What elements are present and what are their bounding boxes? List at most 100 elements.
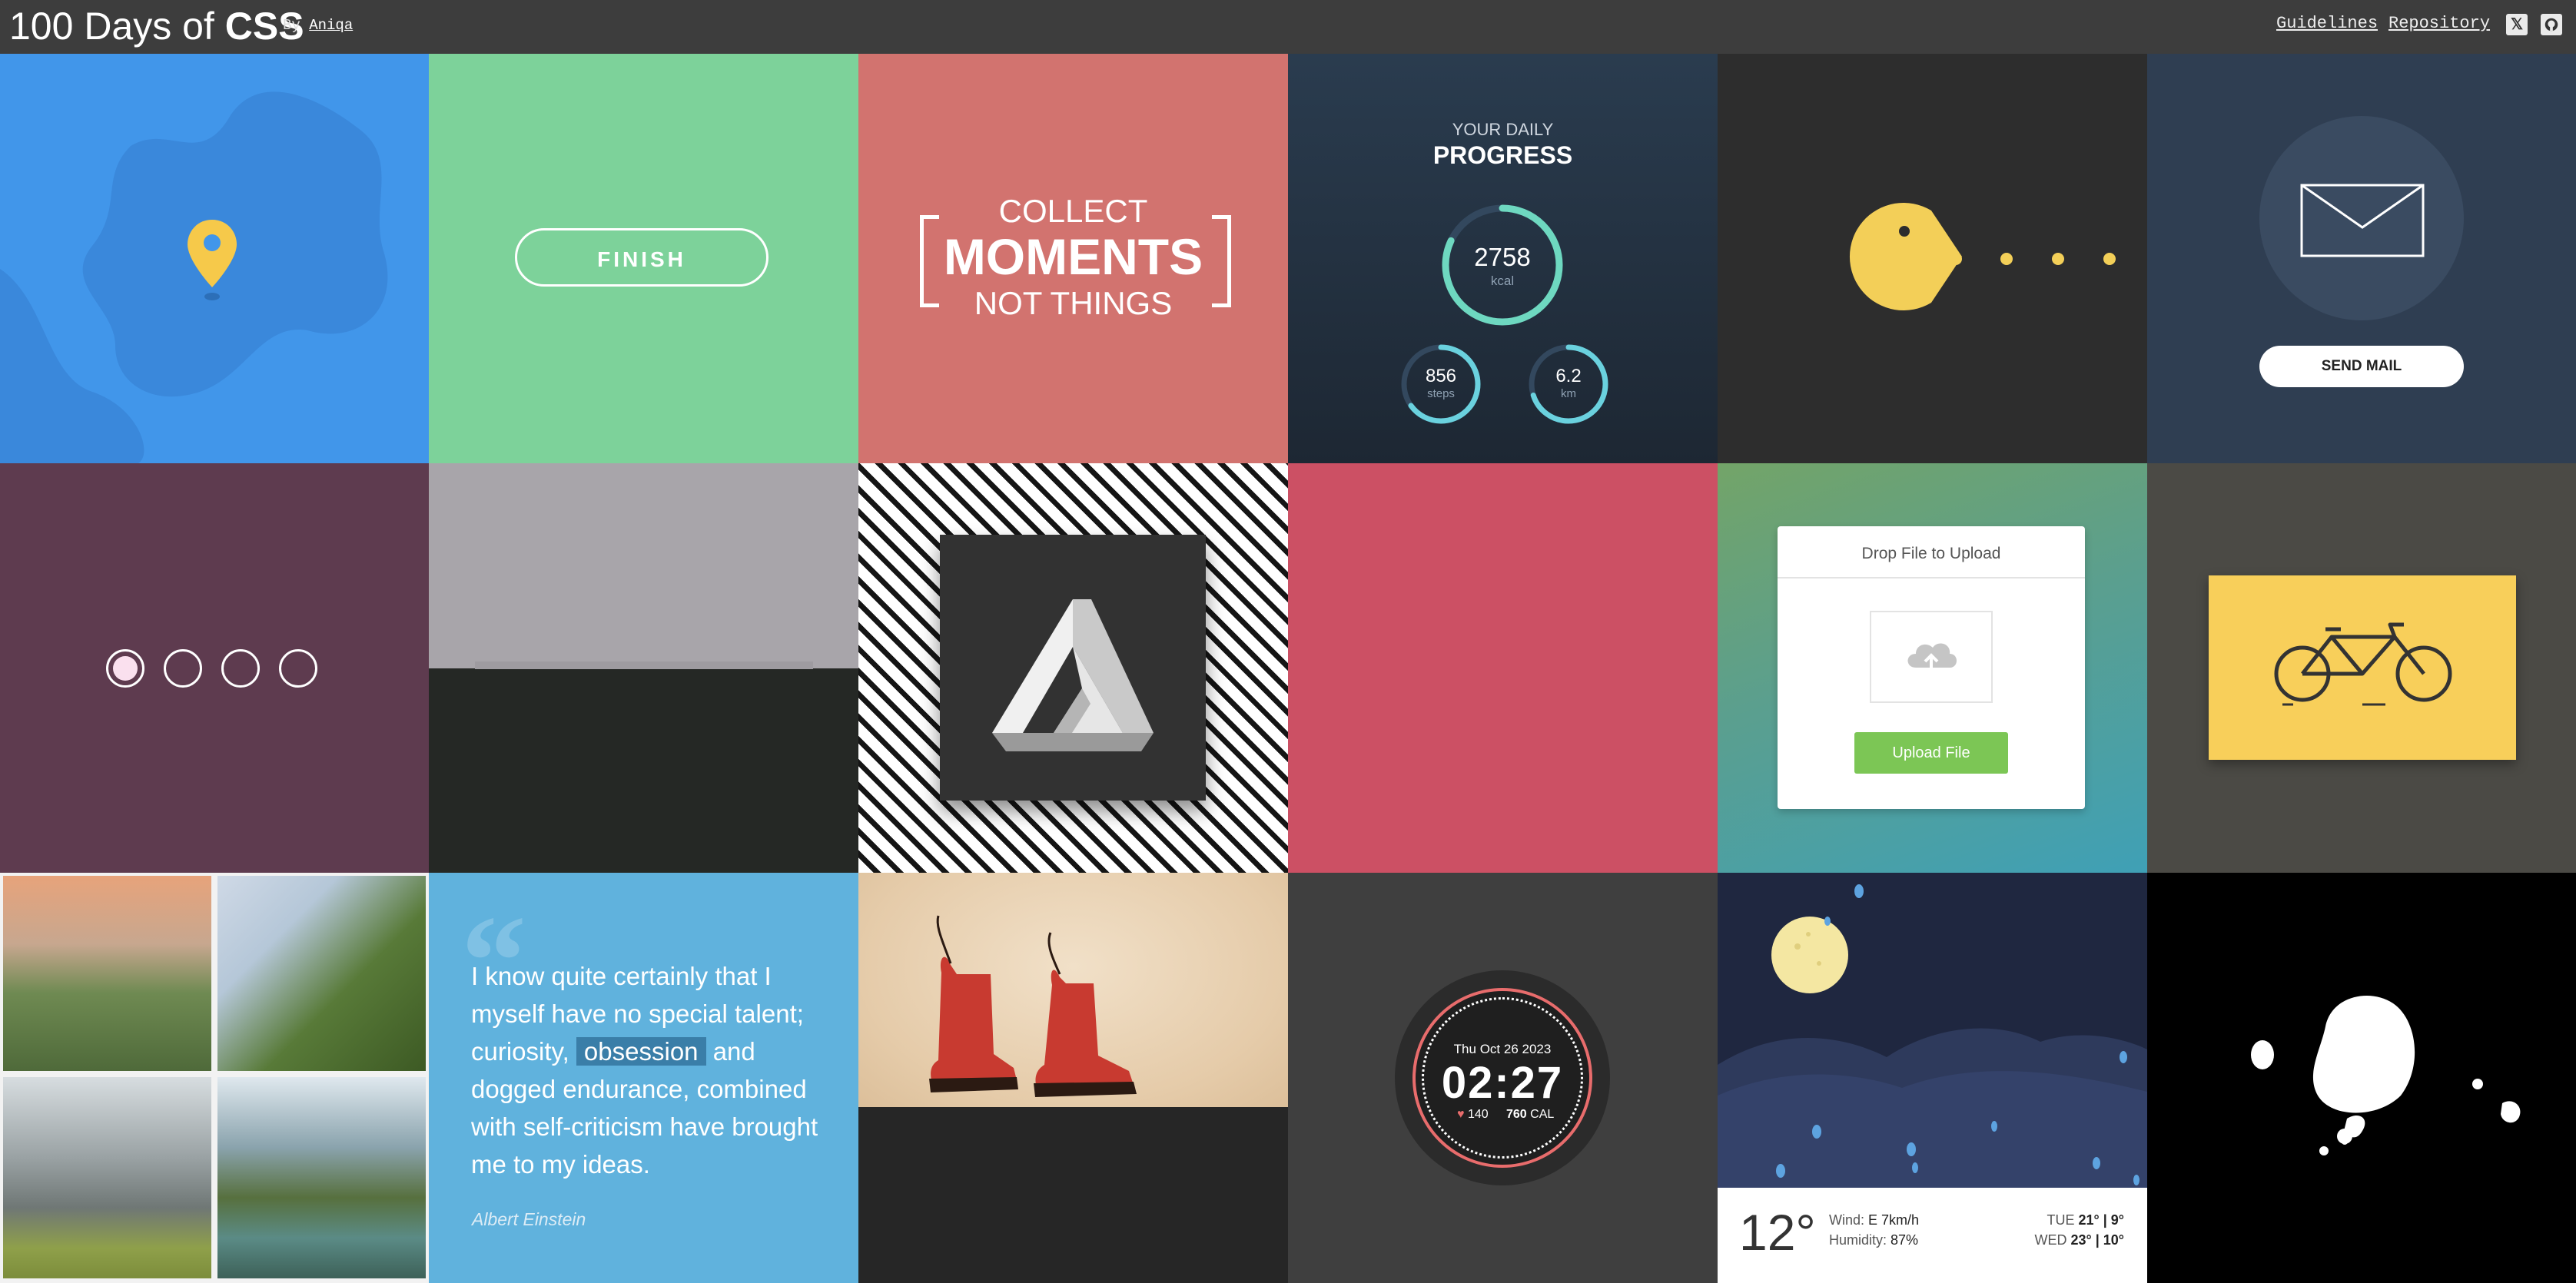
- tile-file-upload: Drop File to Upload Upload File: [1718, 463, 2147, 873]
- quote-highlight[interactable]: obsession: [576, 1037, 706, 1066]
- wind-value: E 7km/h: [1868, 1212, 1920, 1228]
- pacman-icon[interactable]: [1849, 203, 1962, 310]
- forecast-day2-temps: 23° | 10°: [2070, 1232, 2124, 1248]
- forecast-day1: TUE 21° | 9°: [2047, 1212, 2124, 1228]
- watch-calories: 760 CAL: [1506, 1108, 1554, 1122]
- forecast-day1-temps: 21° | 9°: [2078, 1212, 2124, 1228]
- photo-hills[interactable]: [3, 876, 211, 1071]
- watch-date: Thu Oct 26 2023: [1453, 1042, 1552, 1056]
- tile-split-scene: [429, 463, 858, 873]
- horizon-line: [475, 661, 813, 669]
- tile-pacman: [1718, 54, 2147, 463]
- penrose-triangle-icon: [992, 599, 1154, 751]
- collect-line3: NOT THINGS: [974, 285, 1173, 321]
- upload-card: Drop File to Upload Upload File: [1778, 526, 2085, 809]
- weather-wind: Wind: E 7km/h: [1829, 1212, 1919, 1228]
- radio-option[interactable]: [164, 649, 202, 688]
- weather-scene: [1718, 884, 2147, 1188]
- tile-crimson: [1288, 463, 1718, 873]
- watch-heart-rate: ♥ 140: [1457, 1108, 1489, 1122]
- tile-boots: [858, 873, 1288, 1283]
- tile-quote: “ I know quite certainly that I myself h…: [429, 873, 858, 1283]
- radio-option[interactable]: [221, 649, 260, 688]
- kcal-unit: kcal: [1490, 274, 1515, 288]
- tile-radio-loader: [0, 463, 429, 873]
- weather-panel: 12° Wind: E 7km/h Humidity: 87% TUE 21° …: [1718, 1188, 2147, 1283]
- pacman-scene: [1849, 203, 2116, 310]
- tile-bike: [2147, 463, 2576, 873]
- map-pin-icon[interactable]: [184, 217, 240, 303]
- tile-daily-progress: YOUR DAILY PROGRESS 2758 kcal 856 steps …: [1288, 54, 1718, 463]
- pellet: [2052, 253, 2064, 265]
- steps-value: 856: [1425, 366, 1457, 386]
- repository-link[interactable]: Repository: [2388, 14, 2490, 33]
- sky-half: [429, 463, 858, 668]
- humidity-label: Humidity:: [1829, 1232, 1887, 1248]
- bike-card[interactable]: [2209, 575, 2516, 760]
- send-mail-button[interactable]: SEND MAIL: [2259, 346, 2464, 387]
- steps-unit: steps: [1427, 387, 1455, 400]
- guidelines-link[interactable]: Guidelines: [2276, 14, 2378, 33]
- km-value: 6.2: [1555, 366, 1582, 386]
- author-link[interactable]: Aniqa: [309, 17, 353, 34]
- pellet: [1950, 253, 1962, 265]
- tile-smartwatch: Thu Oct 26 2023 02:27 ♥ 140 760 CAL: [1288, 873, 1718, 1283]
- quote-author: Albert Einstein: [472, 1209, 586, 1229]
- kcal-value: 2758: [1474, 243, 1531, 271]
- weather-temp: 12°: [1739, 1204, 1816, 1261]
- watch-face[interactable]: Thu Oct 26 2023 02:27 ♥ 140 760 CAL: [1412, 988, 1592, 1168]
- cloud-upload-icon: [1907, 643, 1957, 671]
- pellet: [2103, 253, 2116, 265]
- tile-penrose-triangle: [858, 463, 1288, 873]
- boots-icon[interactable]: [858, 873, 1288, 1107]
- weather-humidity: Humidity: 87%: [1829, 1232, 1918, 1248]
- tile-blobs: [2147, 873, 2576, 1283]
- watch-time: 02:27: [1441, 1058, 1564, 1108]
- tile-send-mail: SEND MAIL: [2147, 54, 2576, 463]
- collect-line2: MOMENTS: [943, 228, 1203, 285]
- photo-palm[interactable]: [217, 876, 426, 1071]
- bicycle-icon: [2274, 622, 2452, 706]
- tile-photo-gallery: [0, 873, 429, 1283]
- finish-button[interactable]: FINISH: [515, 228, 768, 287]
- upload-divider: [1778, 577, 2085, 579]
- title-prefix: 100 Days of: [9, 5, 214, 48]
- envelope-icon[interactable]: [2299, 183, 2425, 260]
- tile-map[interactable]: [0, 54, 429, 463]
- by-label: By: [283, 17, 300, 34]
- byline: By Aniqa: [283, 17, 353, 34]
- forecast-day2: WED 23° | 10°: [2035, 1232, 2125, 1248]
- forecast-day2-name: WED: [2034, 1232, 2067, 1248]
- heart-icon: ♥: [1457, 1108, 1465, 1121]
- top-header: 100 Days of CSS By Aniqa Guidelines Repo…: [0, 0, 2576, 54]
- quote-text: I know quite certainly that I myself hav…: [471, 957, 832, 1183]
- small-blob: [2251, 1040, 2274, 1069]
- km-unit: km: [1561, 387, 1576, 400]
- cal-value: 760: [1506, 1108, 1527, 1121]
- blob-scene: [2251, 996, 2521, 1155]
- drop-zone[interactable]: [1870, 611, 1993, 703]
- collect-line1: COLLECT: [998, 193, 1148, 229]
- cal-unit: CAL: [1530, 1108, 1555, 1121]
- pellet: [2000, 253, 2013, 265]
- tile-weather: 12° Wind: E 7km/h Humidity: 87% TUE 21° …: [1718, 873, 2147, 1283]
- photo-lake[interactable]: [217, 1077, 426, 1278]
- radio-option[interactable]: [279, 649, 317, 688]
- heart-value: 140: [1467, 1108, 1489, 1121]
- forecast-day1-name: TUE: [2047, 1212, 2075, 1228]
- site-title[interactable]: 100 Days of CSS: [9, 5, 304, 48]
- humidity-value: 87%: [1891, 1232, 1919, 1248]
- wind-label: Wind:: [1829, 1212, 1865, 1228]
- upload-title: Drop File to Upload: [1861, 545, 2001, 562]
- tile-collect-moments: COLLECT MOMENTS NOT THINGS: [858, 54, 1288, 463]
- penrose-card[interactable]: [940, 535, 1206, 801]
- github-icon[interactable]: [2541, 14, 2562, 35]
- radio-option[interactable]: [106, 649, 144, 688]
- main-blob[interactable]: [2312, 996, 2415, 1113]
- x-twitter-icon[interactable]: 𝕏: [2506, 14, 2528, 35]
- raindrop: [1854, 884, 1864, 898]
- photo-cliffs[interactable]: [3, 1077, 211, 1278]
- tile-finish: FINISH: [429, 54, 858, 463]
- upload-file-button[interactable]: Upload File: [1854, 732, 2008, 774]
- moon-icon: [1771, 917, 1848, 993]
